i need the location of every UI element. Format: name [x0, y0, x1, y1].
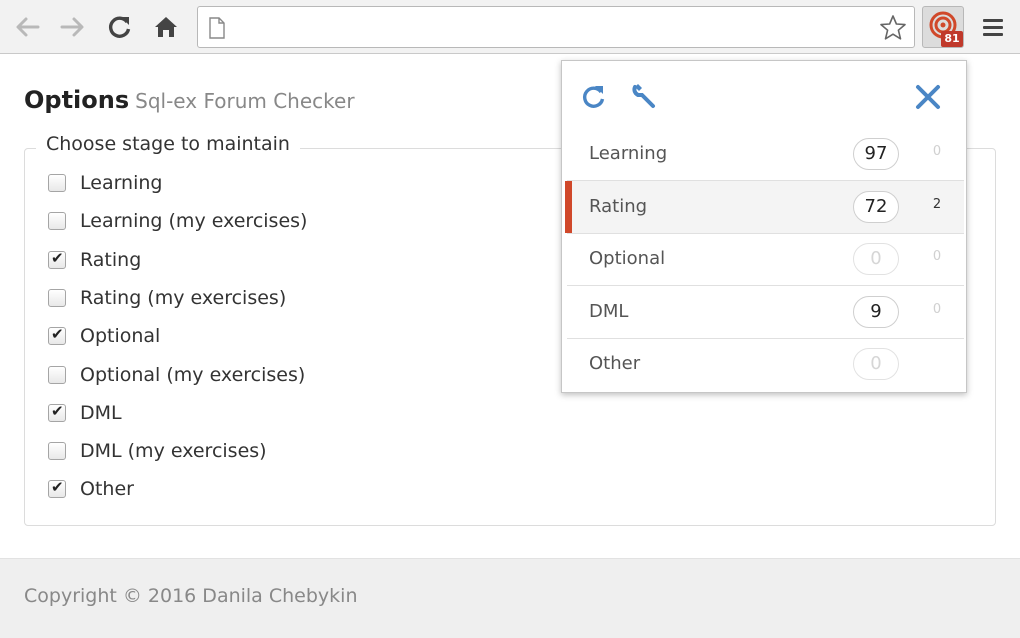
option-rating-mine[interactable]: Rating (my exercises): [48, 284, 286, 312]
extension-button[interactable]: 81: [922, 6, 964, 48]
option-dml-mine[interactable]: DML (my exercises): [48, 437, 267, 465]
stage-count: 0: [853, 243, 899, 275]
checkbox[interactable]: [48, 212, 66, 230]
refresh-icon[interactable]: [578, 81, 610, 113]
popup-stage-learning[interactable]: Learning 97 0: [567, 128, 964, 181]
popup-stage-dml[interactable]: DML 9 0: [567, 286, 964, 339]
option-label: Optional (my exercises): [80, 364, 306, 386]
option-label: DML (my exercises): [80, 440, 267, 462]
option-label: Rating: [80, 249, 142, 271]
stage-name: Other: [589, 353, 641, 374]
checkbox[interactable]: [48, 402, 66, 422]
extension-popup: Learning 97 0 Rating 72 2 Optional 0 0 D…: [561, 60, 967, 393]
page-icon: [208, 17, 226, 43]
option-label: Learning (my exercises): [80, 210, 308, 232]
option-label: Optional: [80, 325, 161, 347]
option-label: Learning: [80, 172, 163, 194]
option-label: Other: [80, 478, 134, 500]
page-title: Options Sql-ex Forum Checker: [24, 86, 355, 114]
star-icon[interactable]: [878, 13, 908, 43]
checkbox[interactable]: [48, 249, 66, 269]
fieldset-legend: Choose stage to maintain: [36, 133, 300, 155]
stage-mine-count: 0: [932, 249, 942, 264]
forward-arrow-icon[interactable]: [58, 12, 88, 42]
address-bar[interactable]: [197, 6, 915, 48]
checkbox[interactable]: [48, 325, 66, 345]
stage-count: 72: [853, 191, 899, 223]
checkbox[interactable]: [48, 478, 66, 498]
menu-icon[interactable]: [978, 12, 1008, 42]
stage-count: 0: [853, 348, 899, 380]
stage-count: 9: [853, 296, 899, 328]
browser-toolbar: 81: [0, 0, 1020, 54]
option-learning[interactable]: Learning: [48, 169, 163, 197]
footer: Copyright © 2016 Danila Chebykin: [0, 558, 1020, 638]
home-icon[interactable]: [151, 12, 181, 42]
option-other[interactable]: Other: [48, 475, 134, 503]
stage-name: DML: [589, 301, 629, 322]
checkbox[interactable]: [48, 289, 66, 307]
checkbox[interactable]: [48, 442, 66, 460]
checkbox[interactable]: [48, 174, 66, 192]
checkbox[interactable]: [48, 366, 66, 384]
copyright-text: Copyright © 2016 Danila Chebykin: [24, 585, 358, 607]
stage-name: Optional: [589, 248, 666, 269]
options-subtitle: Sql-ex Forum Checker: [135, 89, 355, 113]
stage-mine-count: 2: [932, 197, 942, 212]
option-optional-mine[interactable]: Optional (my exercises): [48, 361, 305, 389]
popup-stage-rating[interactable]: Rating 72 2: [565, 181, 964, 234]
close-icon[interactable]: [912, 81, 944, 113]
popup-stage-optional[interactable]: Optional 0 0: [567, 233, 964, 286]
option-dml[interactable]: DML: [48, 399, 122, 427]
popup-stage-other[interactable]: Other 0: [567, 338, 964, 391]
stage-count: 97: [853, 138, 899, 170]
option-learning-mine[interactable]: Learning (my exercises): [48, 207, 307, 235]
stage-mine-count: 0: [932, 144, 942, 159]
option-rating[interactable]: Rating: [48, 246, 141, 274]
wrench-icon[interactable]: [628, 81, 660, 113]
option-label: Rating (my exercises): [80, 287, 287, 309]
stage-name: Rating: [589, 196, 648, 217]
option-label: DML: [80, 402, 122, 424]
reload-icon[interactable]: [105, 12, 135, 42]
back-arrow-icon[interactable]: [12, 12, 42, 42]
options-title: Options: [24, 86, 130, 114]
address-input[interactable]: [238, 15, 858, 39]
stage-mine-count: 0: [932, 302, 942, 317]
stage-name: Learning: [589, 143, 668, 164]
extension-badge: 81: [941, 31, 963, 47]
option-optional[interactable]: Optional: [48, 322, 160, 350]
